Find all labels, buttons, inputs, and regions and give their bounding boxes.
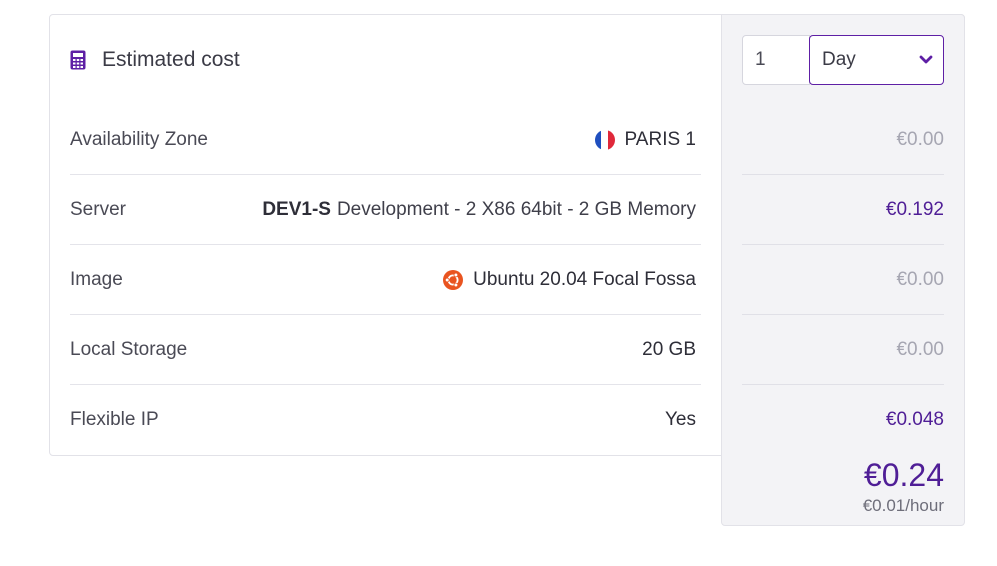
row-label: Flexible IP — [70, 409, 159, 430]
availability-zone-value: PARIS 1 — [624, 128, 696, 150]
total-hourly: €0.01/hour — [862, 496, 944, 515]
ubuntu-icon — [443, 269, 464, 290]
price-flexible-ip: €0.048 — [885, 409, 944, 430]
period-select-value: Day — [822, 49, 856, 70]
cost-row-local-storage: Local Storage 20 GB — [70, 315, 701, 385]
row-value: DEV1-S Development - 2 X86 64bit - 2 GB … — [262, 199, 701, 221]
price-availability-zone: €0.00 — [742, 105, 944, 175]
card-header: Estimated cost — [70, 40, 240, 80]
row-label: Server — [70, 198, 126, 220]
row-label: Availability Zone — [70, 128, 209, 150]
total-value: €0.24 — [863, 457, 944, 493]
cost-row-availability-zone: Availability Zone PARIS 1 — [70, 105, 701, 175]
total-cost: €0.24 €0.01/hour — [742, 456, 944, 516]
local-storage-value: 20 GB — [642, 338, 696, 360]
price-server: €0.192 — [742, 175, 944, 245]
cost-row-image: Image Ubuntu 20.04 Focal Fossa — [70, 245, 701, 315]
calculator-icon — [70, 50, 86, 70]
price-image: €0.00 — [742, 245, 944, 315]
cost-row-flexible-ip: Flexible IP Yes — [70, 385, 701, 455]
server-description: Development - 2 X86 64bit - 2 GB Memory — [336, 198, 696, 220]
france-flag-icon — [594, 129, 615, 150]
chevron-down-icon — [919, 55, 933, 64]
card-title: Estimated cost — [102, 48, 240, 71]
server-type: DEV1-S — [262, 198, 331, 220]
quantity-input[interactable] — [742, 35, 810, 85]
period-select[interactable]: Day — [809, 35, 944, 85]
period-controls: Day — [742, 35, 944, 85]
row-value: PARIS 1 — [594, 128, 701, 151]
row-label: Local Storage — [70, 338, 188, 360]
row-value: Ubuntu 20.04 Focal Fossa — [443, 269, 701, 291]
image-value: Ubuntu 20.04 Focal Fossa — [473, 268, 696, 290]
price-local-storage: €0.00 — [742, 315, 944, 385]
flexible-ip-value: Yes — [665, 409, 696, 430]
cost-row-server: Server DEV1-S Development - 2 X86 64bit … — [70, 175, 701, 245]
row-label: Image — [70, 268, 123, 290]
